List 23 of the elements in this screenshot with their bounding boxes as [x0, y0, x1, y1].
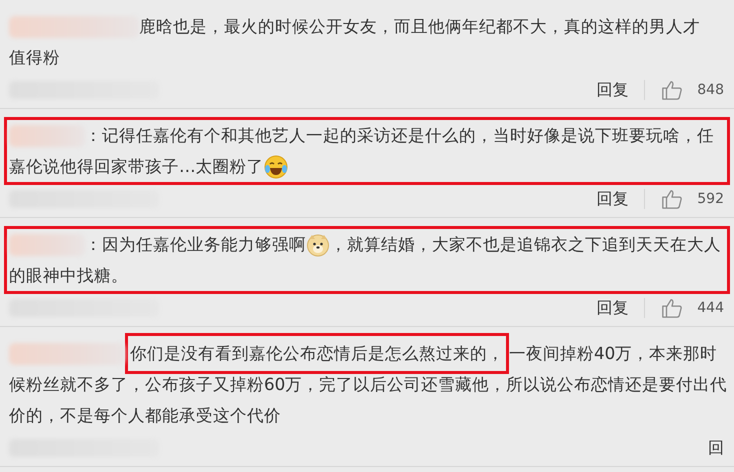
comment-text: ：因为任嘉伦业务能力够强啊: [85, 233, 306, 256]
like-count: 592: [697, 191, 724, 207]
comment-text: 你们是没有看到嘉伦公布恋情后是怎么熬过来的，: [125, 333, 509, 374]
thumbs-up-icon[interactable]: [661, 297, 684, 319]
comment-text: 鹿晗也是，最火的时候公开女友，而且他俩年纪都不大，真的这样的男人才: [139, 15, 700, 38]
comment-text: 嘉伦说他得回家带孩子…太圈粉了: [9, 155, 264, 178]
thumbs-up-icon[interactable]: [661, 188, 684, 210]
comment-text: 候粉丝就不多了，公布孩子又掉粉60万，完了以后公司还雪藏他，所以说公布恋情还是要付出代: [9, 373, 728, 396]
reply-link[interactable]: 回复: [596, 188, 628, 210]
comment-text: 一夜间掉粉40万，本来那时: [509, 342, 718, 365]
comment-text: 值得粉: [9, 46, 60, 69]
reply-link[interactable]: 回复: [596, 298, 628, 318]
like-count: 444: [697, 300, 724, 316]
thumbs-up-icon[interactable]: [661, 79, 684, 101]
reply-link[interactable]: 回复: [596, 80, 628, 100]
comment-text: ：记得任嘉伦有个和其他艺人一起的采访还是什么的，当时好像是说下班要玩啥，任: [85, 124, 714, 147]
laughing-emoji-icon: [264, 154, 288, 178]
like-count: 848: [697, 82, 724, 98]
reply-link[interactable]: 回: [708, 438, 724, 458]
comment-text: 的眼神中找糖。: [9, 264, 128, 287]
comment-text: ，就算结婚，大家不也是追锦衣之下追到天天在大人: [330, 233, 721, 256]
dog-emoji-icon: [306, 232, 330, 256]
comment-text: 价的，不是每个人都能承受这个代价: [9, 404, 281, 427]
